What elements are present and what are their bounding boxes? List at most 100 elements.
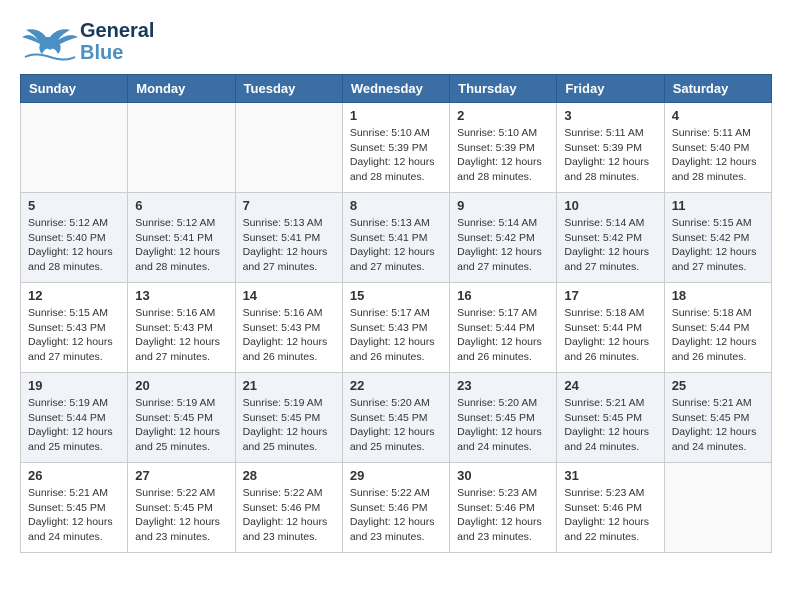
calendar-cell: 16Sunrise: 5:17 AM Sunset: 5:44 PM Dayli… <box>450 283 557 373</box>
calendar-week-5: 26 Sunrise: 5:21 AM Sunset: 5:45 PM Dayli… <box>21 463 772 553</box>
logo-icon <box>20 22 80 62</box>
day-number: 17 <box>564 288 656 303</box>
day-number: 14 <box>243 288 335 303</box>
calendar-week-2: 5 Sunrise: 5:12 AM Sunset: 5:40 PM Daylig… <box>21 193 772 283</box>
calendar-cell: 29 Sunrise: 5:22 AM Sunset: 5:46 PM Dayli… <box>342 463 449 553</box>
day-info: Sunrise: 5:10 AM Sunset: 5:39 PM Dayligh… <box>457 126 549 185</box>
calendar-cell: 15 Sunrise: 5:17 AM Sunset: 5:43 PM Dayli… <box>342 283 449 373</box>
day-info: Sunrise: 5:16 AM Sunset: 5:43 PM Dayligh… <box>243 306 335 365</box>
calendar-cell: 19 Sunrise: 5:19 AM Sunset: 5:44 PM Dayli… <box>21 373 128 463</box>
day-number: 7 <box>243 198 335 213</box>
day-number: 30 <box>457 468 549 483</box>
day-info: Sunrise: 5:18 AM Sunset: 5:44 PM Dayligh… <box>564 306 656 365</box>
calendar-cell: 10 Sunrise: 5:14 AM Sunset: 5:42 PM Dayli… <box>557 193 664 283</box>
day-info: Sunrise: 5:14 AM Sunset: 5:42 PM Dayligh… <box>457 216 549 275</box>
day-info: Sunrise: 5:17 AM Sunset: 5:43 PM Dayligh… <box>350 306 442 365</box>
day-info: Sunrise: 5:19 AM Sunset: 5:44 PM Dayligh… <box>28 396 120 455</box>
day-number: 23 <box>457 378 549 393</box>
day-info: Sunrise: 5:19 AM Sunset: 5:45 PM Dayligh… <box>243 396 335 455</box>
calendar-cell <box>128 103 235 193</box>
calendar-week-1: 1 Sunrise: 5:10 AM Sunset: 5:39 PM Daylig… <box>21 103 772 193</box>
day-info: Sunrise: 5:22 AM Sunset: 5:46 PM Dayligh… <box>243 486 335 545</box>
day-number: 19 <box>28 378 120 393</box>
day-info: Sunrise: 5:20 AM Sunset: 5:45 PM Dayligh… <box>457 396 549 455</box>
day-number: 10 <box>564 198 656 213</box>
calendar-cell: 6 Sunrise: 5:12 AM Sunset: 5:41 PM Daylig… <box>128 193 235 283</box>
day-number: 28 <box>243 468 335 483</box>
column-header-monday: Monday <box>128 75 235 103</box>
day-number: 20 <box>135 378 227 393</box>
day-info: Sunrise: 5:18 AM Sunset: 5:44 PM Dayligh… <box>672 306 764 365</box>
day-number: 1 <box>350 108 442 123</box>
calendar-cell: 8Sunrise: 5:13 AM Sunset: 5:41 PM Daylig… <box>342 193 449 283</box>
day-info: Sunrise: 5:21 AM Sunset: 5:45 PM Dayligh… <box>28 486 120 545</box>
calendar-cell: 13 Sunrise: 5:16 AM Sunset: 5:43 PM Dayli… <box>128 283 235 373</box>
column-header-sunday: Sunday <box>21 75 128 103</box>
column-header-tuesday: Tuesday <box>235 75 342 103</box>
day-info: Sunrise: 5:17 AM Sunset: 5:44 PM Dayligh… <box>457 306 549 365</box>
day-number: 9 <box>457 198 549 213</box>
day-number: 31 <box>564 468 656 483</box>
day-number: 22 <box>350 378 442 393</box>
day-info: Sunrise: 5:11 AM Sunset: 5:40 PM Dayligh… <box>672 126 764 185</box>
day-info: Sunrise: 5:22 AM Sunset: 5:46 PM Dayligh… <box>350 486 442 545</box>
day-number: 21 <box>243 378 335 393</box>
calendar-cell: 24Sunrise: 5:21 AM Sunset: 5:45 PM Dayli… <box>557 373 664 463</box>
calendar-cell: 9 Sunrise: 5:14 AM Sunset: 5:42 PM Daylig… <box>450 193 557 283</box>
day-number: 3 <box>564 108 656 123</box>
calendar-cell: 3 Sunrise: 5:11 AM Sunset: 5:39 PM Daylig… <box>557 103 664 193</box>
day-number: 27 <box>135 468 227 483</box>
day-number: 11 <box>672 198 764 213</box>
day-info: Sunrise: 5:20 AM Sunset: 5:45 PM Dayligh… <box>350 396 442 455</box>
day-info: Sunrise: 5:19 AM Sunset: 5:45 PM Dayligh… <box>135 396 227 455</box>
calendar-cell: 28 Sunrise: 5:22 AM Sunset: 5:46 PM Dayli… <box>235 463 342 553</box>
calendar-cell: 21 Sunrise: 5:19 AM Sunset: 5:45 PM Dayli… <box>235 373 342 463</box>
day-info: Sunrise: 5:13 AM Sunset: 5:41 PM Dayligh… <box>243 216 335 275</box>
calendar-cell <box>664 463 771 553</box>
calendar-cell: 5 Sunrise: 5:12 AM Sunset: 5:40 PM Daylig… <box>21 193 128 283</box>
calendar-cell: 25 Sunrise: 5:21 AM Sunset: 5:45 PM Dayli… <box>664 373 771 463</box>
column-header-saturday: Saturday <box>664 75 771 103</box>
calendar-cell: 14 Sunrise: 5:16 AM Sunset: 5:43 PM Dayli… <box>235 283 342 373</box>
calendar-cell: 27 Sunrise: 5:22 AM Sunset: 5:45 PM Dayli… <box>128 463 235 553</box>
day-number: 25 <box>672 378 764 393</box>
page-header: General Blue <box>20 20 772 64</box>
day-number: 13 <box>135 288 227 303</box>
calendar-cell <box>235 103 342 193</box>
day-info: Sunrise: 5:21 AM Sunset: 5:45 PM Dayligh… <box>672 396 764 455</box>
day-number: 2 <box>457 108 549 123</box>
day-info: Sunrise: 5:12 AM Sunset: 5:41 PM Dayligh… <box>135 216 227 275</box>
day-info: Sunrise: 5:11 AM Sunset: 5:39 PM Dayligh… <box>564 126 656 185</box>
day-info: Sunrise: 5:14 AM Sunset: 5:42 PM Dayligh… <box>564 216 656 275</box>
calendar-cell: 22 Sunrise: 5:20 AM Sunset: 5:45 PM Dayli… <box>342 373 449 463</box>
column-header-thursday: Thursday <box>450 75 557 103</box>
calendar-cell: 7 Sunrise: 5:13 AM Sunset: 5:41 PM Daylig… <box>235 193 342 283</box>
day-number: 12 <box>28 288 120 303</box>
day-number: 29 <box>350 468 442 483</box>
day-info: Sunrise: 5:23 AM Sunset: 5:46 PM Dayligh… <box>564 486 656 545</box>
calendar-header-row: SundayMondayTuesdayWednesdayThursdayFrid… <box>21 75 772 103</box>
calendar-cell: 26 Sunrise: 5:21 AM Sunset: 5:45 PM Dayli… <box>21 463 128 553</box>
day-info: Sunrise: 5:13 AM Sunset: 5:41 PM Dayligh… <box>350 216 442 275</box>
day-info: Sunrise: 5:15 AM Sunset: 5:43 PM Dayligh… <box>28 306 120 365</box>
calendar-cell: 11Sunrise: 5:15 AM Sunset: 5:42 PM Dayli… <box>664 193 771 283</box>
day-number: 15 <box>350 288 442 303</box>
calendar-week-4: 19 Sunrise: 5:19 AM Sunset: 5:44 PM Dayli… <box>21 373 772 463</box>
day-number: 26 <box>28 468 120 483</box>
calendar-cell: 4Sunrise: 5:11 AM Sunset: 5:40 PM Daylig… <box>664 103 771 193</box>
day-number: 5 <box>28 198 120 213</box>
calendar-week-3: 12 Sunrise: 5:15 AM Sunset: 5:43 PM Dayli… <box>21 283 772 373</box>
calendar-cell: 18Sunrise: 5:18 AM Sunset: 5:44 PM Dayli… <box>664 283 771 373</box>
calendar-cell: 31 Sunrise: 5:23 AM Sunset: 5:46 PM Dayli… <box>557 463 664 553</box>
day-info: Sunrise: 5:12 AM Sunset: 5:40 PM Dayligh… <box>28 216 120 275</box>
day-info: Sunrise: 5:21 AM Sunset: 5:45 PM Dayligh… <box>564 396 656 455</box>
day-info: Sunrise: 5:22 AM Sunset: 5:45 PM Dayligh… <box>135 486 227 545</box>
calendar-cell: 30Sunrise: 5:23 AM Sunset: 5:46 PM Dayli… <box>450 463 557 553</box>
day-info: Sunrise: 5:16 AM Sunset: 5:43 PM Dayligh… <box>135 306 227 365</box>
calendar-cell: 12 Sunrise: 5:15 AM Sunset: 5:43 PM Dayli… <box>21 283 128 373</box>
calendar-table: SundayMondayTuesdayWednesdayThursdayFrid… <box>20 74 772 553</box>
calendar-cell: 20 Sunrise: 5:19 AM Sunset: 5:45 PM Dayli… <box>128 373 235 463</box>
logo: General Blue <box>20 20 154 64</box>
day-number: 6 <box>135 198 227 213</box>
calendar-cell: 17 Sunrise: 5:18 AM Sunset: 5:44 PM Dayli… <box>557 283 664 373</box>
